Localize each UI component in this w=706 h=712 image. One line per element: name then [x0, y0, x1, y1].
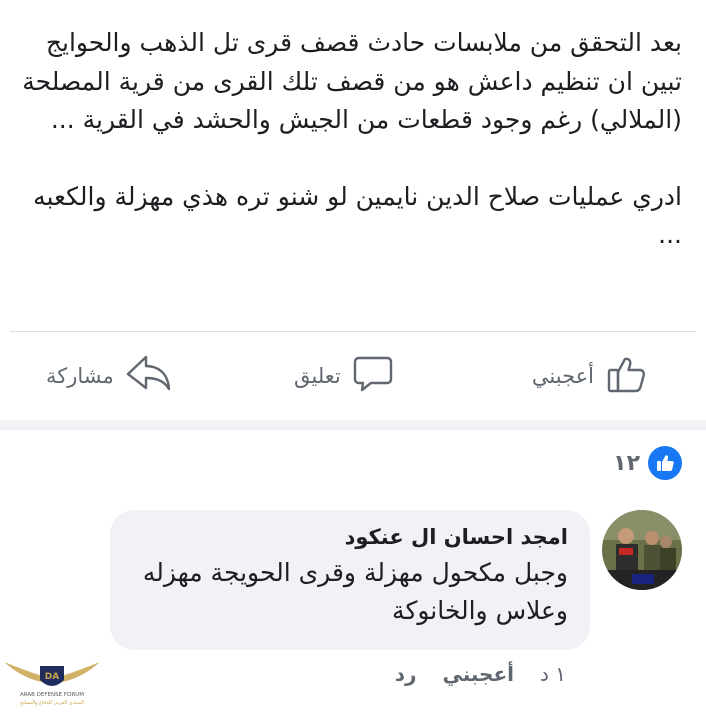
- post-actions-bar: أعجبني تعليق مشاركة: [0, 340, 706, 412]
- share-arrow-icon: [124, 352, 172, 400]
- comment-button[interactable]: تعليق: [294, 350, 395, 402]
- reactions-summary[interactable]: ١٢: [613, 446, 682, 480]
- forum-watermark-logo: DA ARAB DEFENSE FORUM المنتدى العربي للد…: [2, 652, 102, 708]
- comment-like-link[interactable]: أعجبني: [442, 662, 514, 686]
- divider: [10, 331, 696, 332]
- like-reaction-icon: [648, 446, 682, 480]
- watermark-badge: DA: [45, 672, 59, 682]
- comment-time: ١ د: [539, 662, 566, 686]
- share-button-label: مشاركة: [46, 364, 114, 388]
- reaction-count: ١٢: [613, 450, 640, 476]
- speech-bubble-icon: [351, 352, 395, 400]
- thumbs-up-icon: [604, 352, 648, 400]
- watermark-subtitle: المنتدى العربي للدفاع والتسليح: [20, 700, 84, 706]
- comment-meta: ١ د أعجبني رد: [395, 662, 566, 686]
- comment-text: وجبل مكحول مهزلة وقرى الحويجة مهزله وعلا…: [142, 558, 568, 625]
- commenter-avatar[interactable]: [602, 510, 682, 590]
- like-button-label: أعجبني: [531, 364, 594, 388]
- comment-button-label: تعليق: [294, 364, 341, 388]
- post-body: بعد التحقق من ملابسات حادث قصف قرى تل ال…: [12, 24, 682, 255]
- post-paragraph: ادري عمليات صلاح الدين نايمين لو شنو تره…: [33, 181, 682, 250]
- section-separator: [0, 420, 706, 430]
- comment-author[interactable]: امجد احسان ال عنكود: [126, 520, 568, 554]
- comment-bubble: امجد احسان ال عنكود وجبل مكحول مهزلة وقر…: [110, 510, 590, 650]
- comment-reply-link[interactable]: رد: [395, 662, 417, 686]
- post-paragraph: بعد التحقق من ملابسات حادث قصف قرى تل ال…: [22, 28, 682, 134]
- watermark-name: ARAB DEFENSE FORUM: [20, 692, 84, 698]
- share-button[interactable]: مشاركة: [46, 350, 172, 402]
- like-button[interactable]: أعجبني: [532, 350, 648, 402]
